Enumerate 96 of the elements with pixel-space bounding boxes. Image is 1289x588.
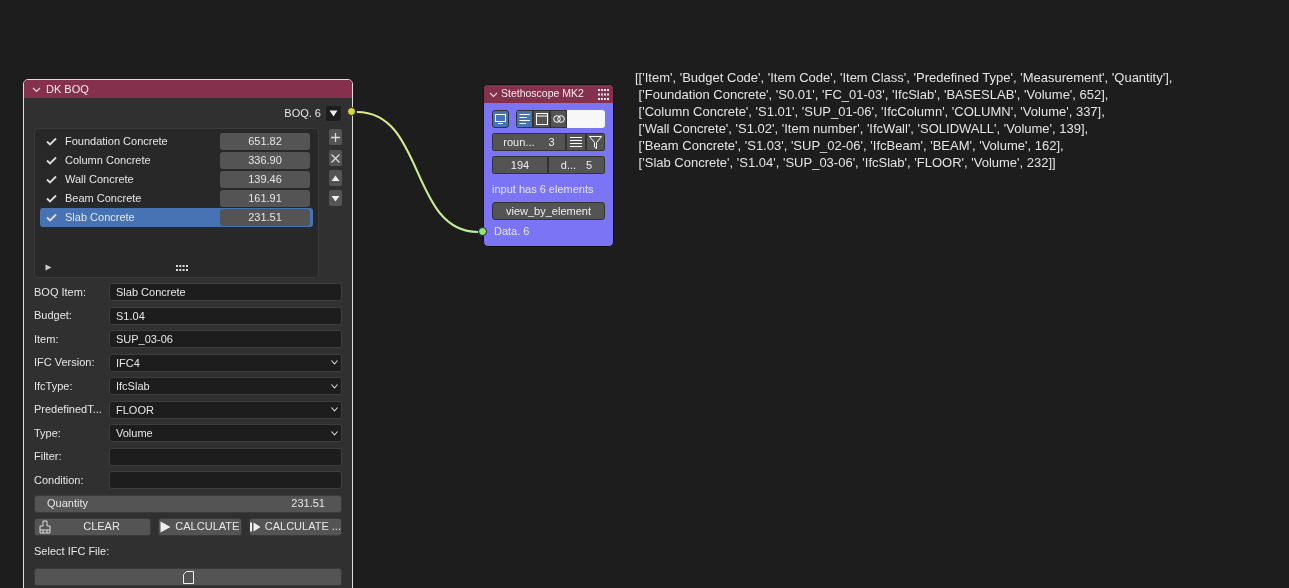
caret-icon — [329, 109, 338, 117]
value-field[interactable]: 651.82 — [220, 133, 310, 150]
output-socket[interactable] — [347, 107, 356, 116]
action-button[interactable]: CALCULATE — [157, 517, 242, 536]
dropdown-field[interactable]: IFC4 — [109, 353, 342, 372]
brush-icon — [38, 519, 52, 534]
field-label: Budget: — [34, 308, 73, 324]
play-icon — [160, 520, 172, 533]
item-name: Foundation Concrete — [65, 134, 168, 150]
triangle-down-icon — [331, 193, 340, 203]
field-label: BOQ Item: — [34, 284, 87, 300]
lines-icon — [570, 136, 582, 148]
input-field[interactable]: S1.04 — [109, 306, 342, 325]
quantity-field[interactable]: Quantity 231.51 — [34, 494, 342, 513]
dropdown-field[interactable]: IfcSlab — [109, 377, 342, 395]
value-field[interactable]: 139.46 — [220, 171, 310, 188]
field-label: Condition: — [34, 472, 85, 488]
grip-icon — [598, 88, 609, 100]
output-line: [['Item', 'Budget Code', 'Item Code', 'Item Class', 'Predefined Type', 'Measurement', 'Quantity'], — [635, 69, 1173, 86]
output-line: ['Foundation Concrete', 'S0.01', 'FC_01-03', 'IfcSlab', 'BASESLAB', 'Volume', 652], — [637, 86, 1110, 103]
item-name: Wall Concrete — [65, 172, 134, 188]
action-button[interactable]: CLEAR — [34, 517, 151, 536]
field-label: PredefinedT... — [34, 402, 103, 418]
mode-toggle[interactable] — [533, 110, 550, 128]
field-label: Select IFC File: — [34, 543, 111, 559]
input-label: Data. 6 — [494, 225, 531, 238]
mode-toggle[interactable] — [550, 110, 567, 128]
plus-icon — [331, 132, 340, 142]
checkmark-icon — [46, 213, 57, 222]
node-title: DK BOQ — [46, 81, 89, 97]
list-item[interactable]: Beam Concrete 161.91 — [40, 189, 313, 208]
item-name: Column Concrete — [65, 153, 151, 169]
input-field[interactable]: SUP_03-06 — [109, 330, 342, 348]
checkmark-icon — [46, 137, 57, 146]
display-toggle[interactable] — [492, 110, 509, 128]
file-icon — [182, 570, 194, 584]
close-icon — [331, 153, 340, 163]
input-socket[interactable] — [478, 227, 487, 236]
field-label: IfcType: — [34, 378, 74, 394]
node-header[interactable]: DK BOQ — [24, 80, 352, 98]
input-field[interactable] — [109, 471, 342, 489]
item-name: Beam Concrete — [65, 191, 142, 207]
field-label: Type: — [34, 425, 62, 441]
remove-button[interactable] — [329, 150, 342, 166]
list-item[interactable]: Foundation Concrete 651.82 — [40, 132, 313, 151]
dropdown-button[interactable] — [325, 104, 342, 122]
value-field[interactable]: 161.91 — [220, 190, 310, 207]
move-up-button[interactable] — [329, 170, 342, 186]
triangle-up-icon — [331, 173, 340, 183]
checkmark-icon — [46, 175, 57, 184]
depth-field[interactable]: d... 5 — [548, 156, 605, 174]
output-label: BOQ. 6 — [284, 105, 321, 121]
item-name: Slab Concrete — [65, 210, 135, 226]
node-header[interactable]: Stethoscope MK2 — [484, 85, 613, 103]
resize-grip-icon[interactable] — [176, 265, 188, 271]
field-label: Filter: — [34, 449, 63, 465]
output-line: ['Column Concrete', 'S1.01', 'SUP_01-06', 'IfcColumn', 'COLUMN', 'Volume', 337], — [637, 103, 1106, 120]
view-button[interactable]: view_by_element — [492, 202, 605, 220]
dropdown-field[interactable]: FLOOR — [109, 400, 342, 419]
action-button[interactable]: CALCULATE ... — [248, 517, 342, 536]
chevron-icon — [331, 360, 338, 365]
field-label: IFC Version: — [34, 355, 96, 371]
value-field[interactable]: 336.90 — [220, 152, 310, 169]
list-item[interactable]: Column Concrete 336.90 — [40, 151, 313, 170]
node-title: Stethoscope MK2 — [501, 86, 584, 102]
chevron-icon — [331, 407, 338, 412]
value-field[interactable]: 231.51 — [220, 209, 310, 226]
list-item[interactable]: Wall Concrete 139.46 — [40, 170, 313, 189]
add-button[interactable] — [329, 129, 342, 145]
expand-icon[interactable] — [45, 264, 52, 271]
output-line: ['Wall Concrete', 'S1.02', 'Item number', 'IfcWall', 'SOLIDWALL', 'Volume', 139], — [637, 120, 1090, 137]
count-field[interactable]: 194 — [492, 156, 548, 174]
checkmark-icon — [46, 156, 57, 165]
filter-button[interactable] — [586, 133, 605, 151]
window-icon — [535, 113, 548, 125]
mode-toggle[interactable] — [516, 110, 533, 128]
input-field[interactable]: Slab Concrete — [109, 283, 342, 301]
output-line: ['Beam Concrete', 'S1.03', 'SUP_02-06', 'IfcBeam', 'BEAM', 'Volume', 162], — [637, 137, 1065, 154]
output-line: ['Slab Concrete', 'S1.04', 'SUP_03-06', 'IfcSlab', 'FLOOR', 'Volume', 232]] — [637, 154, 1057, 171]
step-play-icon — [249, 521, 261, 532]
round-field[interactable]: roun... 3 — [492, 133, 566, 151]
filter-icon — [589, 135, 602, 149]
list-view-button[interactable] — [566, 133, 586, 151]
checkmark-icon — [46, 194, 57, 203]
dropdown-field[interactable]: Volume — [109, 424, 342, 442]
chevron-icon — [331, 383, 338, 389]
input-field[interactable] — [109, 447, 342, 466]
list-item[interactable]: Slab Concrete 231.51 — [40, 208, 313, 227]
lines-icon — [518, 113, 531, 125]
color-field[interactable] — [567, 110, 605, 128]
loop-icon — [552, 113, 565, 125]
chevron-icon — [331, 430, 338, 436]
move-down-button[interactable] — [329, 190, 342, 206]
monitor-icon — [495, 114, 506, 124]
info-text: input has 6 elements — [492, 183, 595, 196]
field-label: Item: — [34, 331, 60, 347]
